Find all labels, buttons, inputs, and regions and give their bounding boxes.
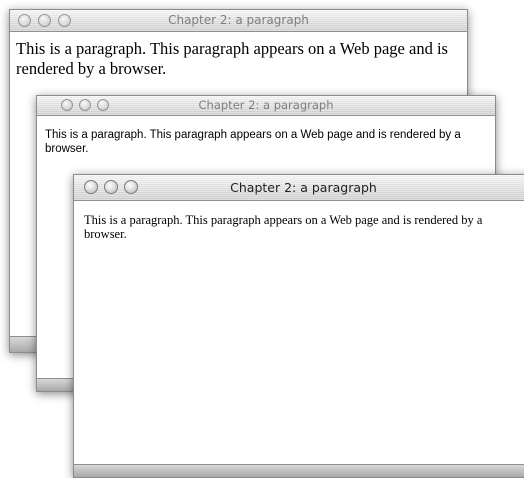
window-titlebar[interactable]: Chapter 2: a paragraph [74,175,524,201]
browser-window-serif-small[interactable]: Chapter 2: a paragraph This is a paragra… [73,174,524,478]
window-bottom-bar [74,464,524,477]
window-title: Chapter 2: a paragraph [230,180,377,195]
paragraph-text: This is a paragraph. This paragraph appe… [45,129,461,155]
paragraph-text: This is a paragraph. This paragraph appe… [84,213,483,241]
window-title: Chapter 2: a paragraph [198,98,334,112]
paragraph-text: This is a paragraph. This paragraph appe… [16,39,448,78]
window-titlebar[interactable]: Chapter 2: a paragraph [37,96,495,116]
window-titlebar[interactable]: Chapter 2: a paragraph [10,10,467,32]
window-title: Chapter 2: a paragraph [168,13,309,27]
